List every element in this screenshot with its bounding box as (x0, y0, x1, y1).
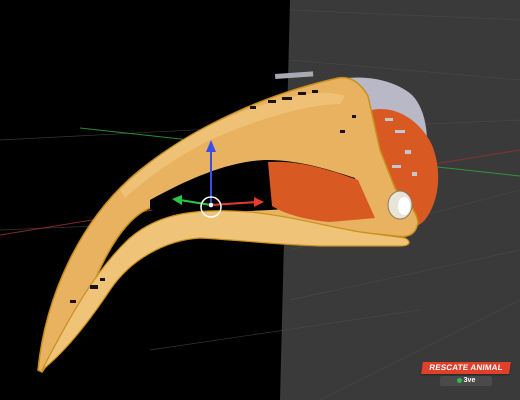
socket-highlight (398, 197, 410, 215)
logo-brand: 3ve (440, 376, 492, 386)
scene-canvas[interactable] (0, 0, 520, 400)
gizmo-origin-dot[interactable] (208, 202, 214, 208)
3d-viewport[interactable]: RESCATE ANIMAL 3ve (0, 0, 520, 400)
logo-brand-text: 3ve (463, 377, 476, 384)
rescate-animal-logo: RESCATE ANIMAL 3ve (420, 360, 516, 396)
logo-dot-icon (456, 377, 462, 383)
logo-banner-text: RESCATE ANIMAL (421, 362, 511, 374)
